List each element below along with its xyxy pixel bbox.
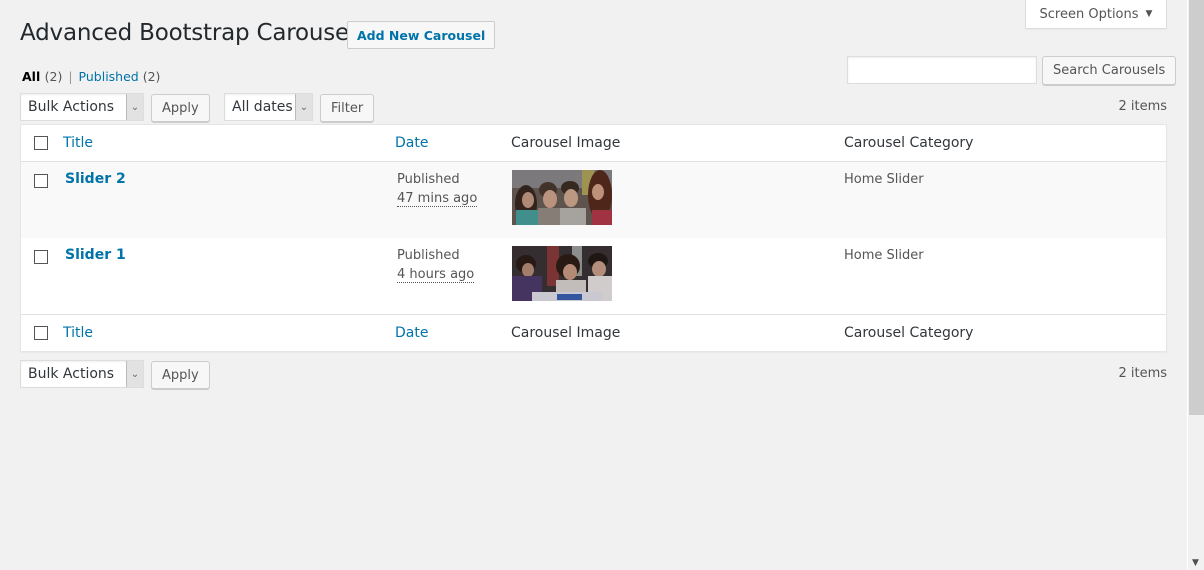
row-checkbox[interactable]: [34, 250, 48, 264]
apply-button-top[interactable]: Apply: [151, 94, 210, 122]
date-filter-value: All dates: [232, 99, 293, 115]
status-filter-links: All (2) | Published (2): [22, 69, 160, 84]
carousel-thumbnail: [512, 170, 612, 225]
column-title-sort-footer[interactable]: Title: [63, 325, 93, 341]
scrollbar-thumb[interactable]: [1189, 0, 1204, 415]
filter-separator: |: [68, 69, 73, 84]
row-category: Home Slider: [844, 172, 924, 187]
table-header: Title Date Carousel Image Carousel Categ…: [21, 125, 1166, 162]
caret-down-icon: ▼: [1145, 9, 1153, 19]
table-footer: Title Date Carousel Image Carousel Categ…: [21, 314, 1166, 351]
scroll-down-arrow-icon[interactable]: ▼: [1192, 558, 1199, 568]
items-count-bottom: 2 items: [1118, 366, 1167, 381]
column-date-sort-footer[interactable]: Date: [395, 325, 428, 341]
table-row: Slider 2 Published 47 mins ago Home Slid…: [21, 162, 1166, 238]
screen-options-button[interactable]: Screen Options ▼: [1025, 0, 1167, 29]
carousel-thumbnail: [512, 246, 612, 301]
table-row: Slider 1 Published 4 hours ago Home Slid…: [21, 238, 1166, 314]
items-count-top: 2 items: [1118, 99, 1167, 114]
row-checkbox[interactable]: [34, 174, 48, 188]
date-filter-select[interactable]: All dates ⌄: [224, 93, 313, 121]
column-image: Carousel Image: [511, 135, 621, 151]
apply-button-bottom[interactable]: Apply: [151, 361, 210, 389]
filter-all-count: (2): [44, 69, 63, 84]
column-category-footer: Carousel Category: [844, 325, 974, 341]
search-carousels-button[interactable]: Search Carousels: [1042, 56, 1177, 85]
filter-button[interactable]: Filter: [320, 94, 375, 122]
chevron-down-icon: ⌄: [295, 94, 312, 120]
filter-published-label: Published: [78, 69, 139, 84]
row-category: Home Slider: [844, 248, 924, 263]
carousels-table: Title Date Carousel Image Carousel Categ…: [20, 124, 1167, 352]
bulk-actions-select-bottom[interactable]: Bulk Actions ⌄: [20, 360, 144, 388]
chevron-down-icon: ⌄: [126, 361, 143, 387]
page-title: Advanced Bootstrap Carousel: [20, 20, 356, 46]
row-title-link[interactable]: Slider 1: [65, 247, 126, 263]
search-input[interactable]: [847, 56, 1037, 84]
add-new-carousel-button[interactable]: Add New Carousel: [347, 21, 496, 49]
row-status: Published: [397, 248, 460, 263]
bulk-actions-value: Bulk Actions: [28, 366, 115, 382]
select-all-checkbox[interactable]: [34, 136, 48, 150]
row-status: Published: [397, 172, 460, 187]
row-title-link[interactable]: Slider 2: [65, 171, 126, 187]
filter-published-link[interactable]: Published (2): [79, 69, 161, 84]
filter-all-label: All: [22, 69, 41, 84]
screen-options-label: Screen Options: [1039, 6, 1139, 22]
column-category: Carousel Category: [844, 135, 974, 151]
bulk-actions-value: Bulk Actions: [28, 99, 115, 115]
bulk-actions-select-top[interactable]: Bulk Actions ⌄: [20, 93, 144, 121]
column-date-sort[interactable]: Date: [395, 135, 428, 151]
select-all-checkbox-footer[interactable]: [34, 326, 48, 340]
filter-published-count: (2): [142, 69, 161, 84]
chevron-down-icon: ⌄: [126, 94, 143, 120]
column-title-sort[interactable]: Title: [63, 135, 93, 151]
vertical-scrollbar[interactable]: ▼: [1187, 0, 1204, 570]
row-date-ago: 47 mins ago: [397, 191, 478, 207]
column-image-footer: Carousel Image: [511, 325, 621, 341]
row-date-ago: 4 hours ago: [397, 267, 475, 283]
filter-all-link[interactable]: All (2): [22, 69, 62, 84]
